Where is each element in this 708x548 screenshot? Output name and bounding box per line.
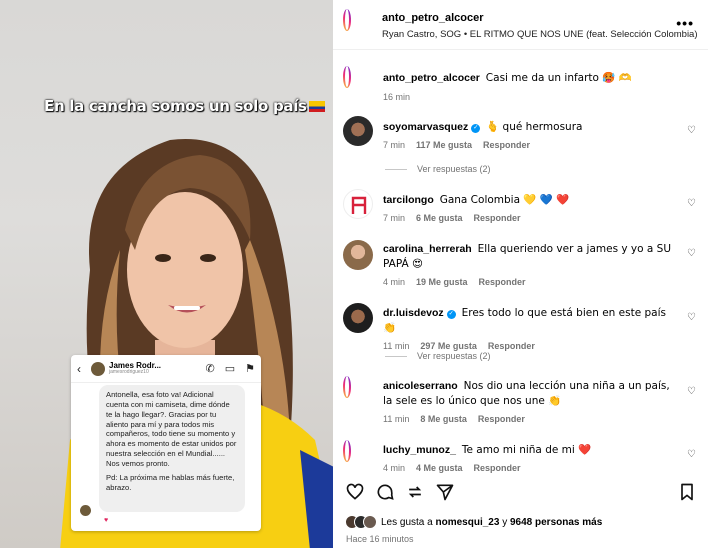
avatar[interactable]	[343, 376, 351, 398]
like-comment-heart-icon[interactable]: ♡	[687, 125, 696, 136]
comment-username[interactable]: luchy_munoz_	[383, 444, 456, 456]
view-replies-button[interactable]: Ver respuestas (2)	[385, 164, 491, 174]
back-arrow-icon: ‹	[77, 361, 81, 376]
post-header: anto_petro_alcocer Ryan Castro, SOG • EL…	[333, 0, 708, 50]
dm-message: Antonella, esa foto va! Adicional cuenta…	[106, 390, 237, 469]
colombia-flag-icon	[308, 101, 325, 112]
reply-button[interactable]: Responder	[483, 140, 530, 150]
comment-username[interactable]: anto_petro_alcocer	[383, 72, 480, 84]
reply-button[interactable]: Responder	[478, 414, 525, 424]
heart-icon[interactable]	[345, 482, 365, 502]
dm-postscript: Pd: La próxima me hablas más fuerte, abr…	[106, 472, 235, 492]
comment-username[interactable]: dr.luisdevoz	[383, 307, 444, 319]
likes-mid: y	[502, 516, 508, 528]
avatar[interactable]	[343, 116, 373, 146]
comment-time: 11 min	[383, 341, 410, 352]
share-icon[interactable]	[405, 482, 425, 502]
reply-button[interactable]: Responder	[474, 213, 521, 223]
dm-screenshot: ‹ James Rodr... jamesrodriguez10 ✆ ▭ ⚑ A…	[71, 355, 261, 531]
phone-icon: ✆	[205, 363, 215, 375]
comment-time: 16 min	[383, 92, 411, 103]
comment-likes[interactable]: 8 Me gusta	[420, 414, 467, 424]
comment-time: 7 min	[383, 140, 406, 151]
reply-button[interactable]: Responder	[474, 463, 521, 473]
verified-badge-icon: ✓	[471, 124, 481, 133]
dm-reaction-heart: ♥	[104, 517, 109, 524]
like-comment-heart-icon[interactable]: ♡	[687, 312, 696, 323]
comment-time: 11 min	[383, 414, 410, 425]
reply-button[interactable]: Responder	[488, 341, 535, 351]
dm-avatar	[91, 361, 105, 376]
bookmark-icon[interactable]	[678, 482, 696, 502]
chair-logo-icon	[351, 196, 367, 214]
comment-time: 4 min	[383, 463, 406, 474]
more-options-icon[interactable]: •••	[676, 15, 694, 31]
comment-icon[interactable]	[375, 482, 395, 502]
dm-header: ‹ James Rodr... jamesrodriguez10 ✆ ▭ ⚑	[71, 355, 261, 383]
likes-summary[interactable]: Les gusta a nomesqui_23 y 9648 personas …	[345, 515, 602, 529]
comment-likes[interactable]: 4 Me gusta	[416, 463, 463, 473]
reel-video[interactable]: En la cancha somos un solo país ‹ James …	[0, 0, 333, 548]
comment-username[interactable]: soyomarvasquez	[383, 121, 468, 133]
likes-count[interactable]: 9648 personas más	[510, 517, 602, 528]
comment-likes[interactable]: 19 Me gusta	[416, 277, 468, 287]
comment-text: Gana Colombia 💛 💙 ❤️	[439, 194, 570, 206]
liker-avatar	[363, 515, 377, 529]
like-comment-heart-icon[interactable]: ♡	[687, 198, 696, 209]
avatar[interactable]	[343, 440, 351, 462]
verified-badge-icon: ✓	[446, 310, 456, 319]
reply-button[interactable]: Responder	[479, 277, 526, 287]
post-time: Hace 16 minutos	[346, 534, 414, 544]
send-icon[interactable]	[435, 482, 455, 502]
comment-text: Te amo mi niña de mi ❤️	[461, 444, 592, 456]
likes-user[interactable]: nomesqui_23	[436, 517, 500, 528]
like-comment-heart-icon[interactable]: ♡	[687, 386, 696, 397]
flag-icon: ⚑	[245, 363, 255, 375]
avatar[interactable]	[343, 240, 373, 270]
comment-username[interactable]: carolina_herrerah	[383, 243, 472, 255]
header-username[interactable]: anto_petro_alcocer	[382, 12, 483, 24]
dm-message-bubble: Antonella, esa foto va! Adicional cuenta…	[99, 385, 245, 512]
likes-prefix: Les gusta a	[381, 516, 433, 528]
comment-text: 🫰 qué hermosura	[486, 121, 583, 133]
dm-handle: jamesrodriguez10	[109, 369, 149, 375]
comment-likes[interactable]: 6 Me gusta	[416, 213, 463, 223]
like-comment-heart-icon[interactable]: ♡	[687, 248, 696, 259]
video-caption: En la cancha somos un solo país	[44, 97, 325, 115]
like-comment-heart-icon[interactable]: ♡	[687, 449, 696, 460]
comment-text: Casi me da un infarto 🥵 🫶	[485, 72, 632, 84]
comment-username[interactable]: tarcilongo	[383, 194, 434, 206]
avatar[interactable]	[343, 303, 373, 333]
comment-time: 4 min	[383, 277, 406, 288]
dm-sender-avatar	[80, 505, 91, 516]
header-avatar[interactable]	[343, 9, 351, 31]
audio-track[interactable]: Ryan Castro, SOG • EL RITMO QUE NOS UNE …	[382, 29, 698, 40]
comment-likes[interactable]: 117 Me gusta	[416, 140, 472, 150]
avatar[interactable]	[343, 66, 351, 88]
comment-username[interactable]: anicoleserrano	[383, 380, 458, 392]
comment-likes[interactable]: 297 Me gusta	[420, 341, 477, 351]
comments-panel: anto_petro_alcocer Ryan Castro, SOG • EL…	[333, 0, 708, 548]
avatar[interactable]	[343, 189, 373, 219]
post-actions	[333, 482, 708, 510]
video-call-icon: ▭	[224, 363, 236, 375]
comment-time: 7 min	[383, 213, 406, 224]
view-replies-button[interactable]: Ver respuestas (2)	[385, 351, 491, 361]
